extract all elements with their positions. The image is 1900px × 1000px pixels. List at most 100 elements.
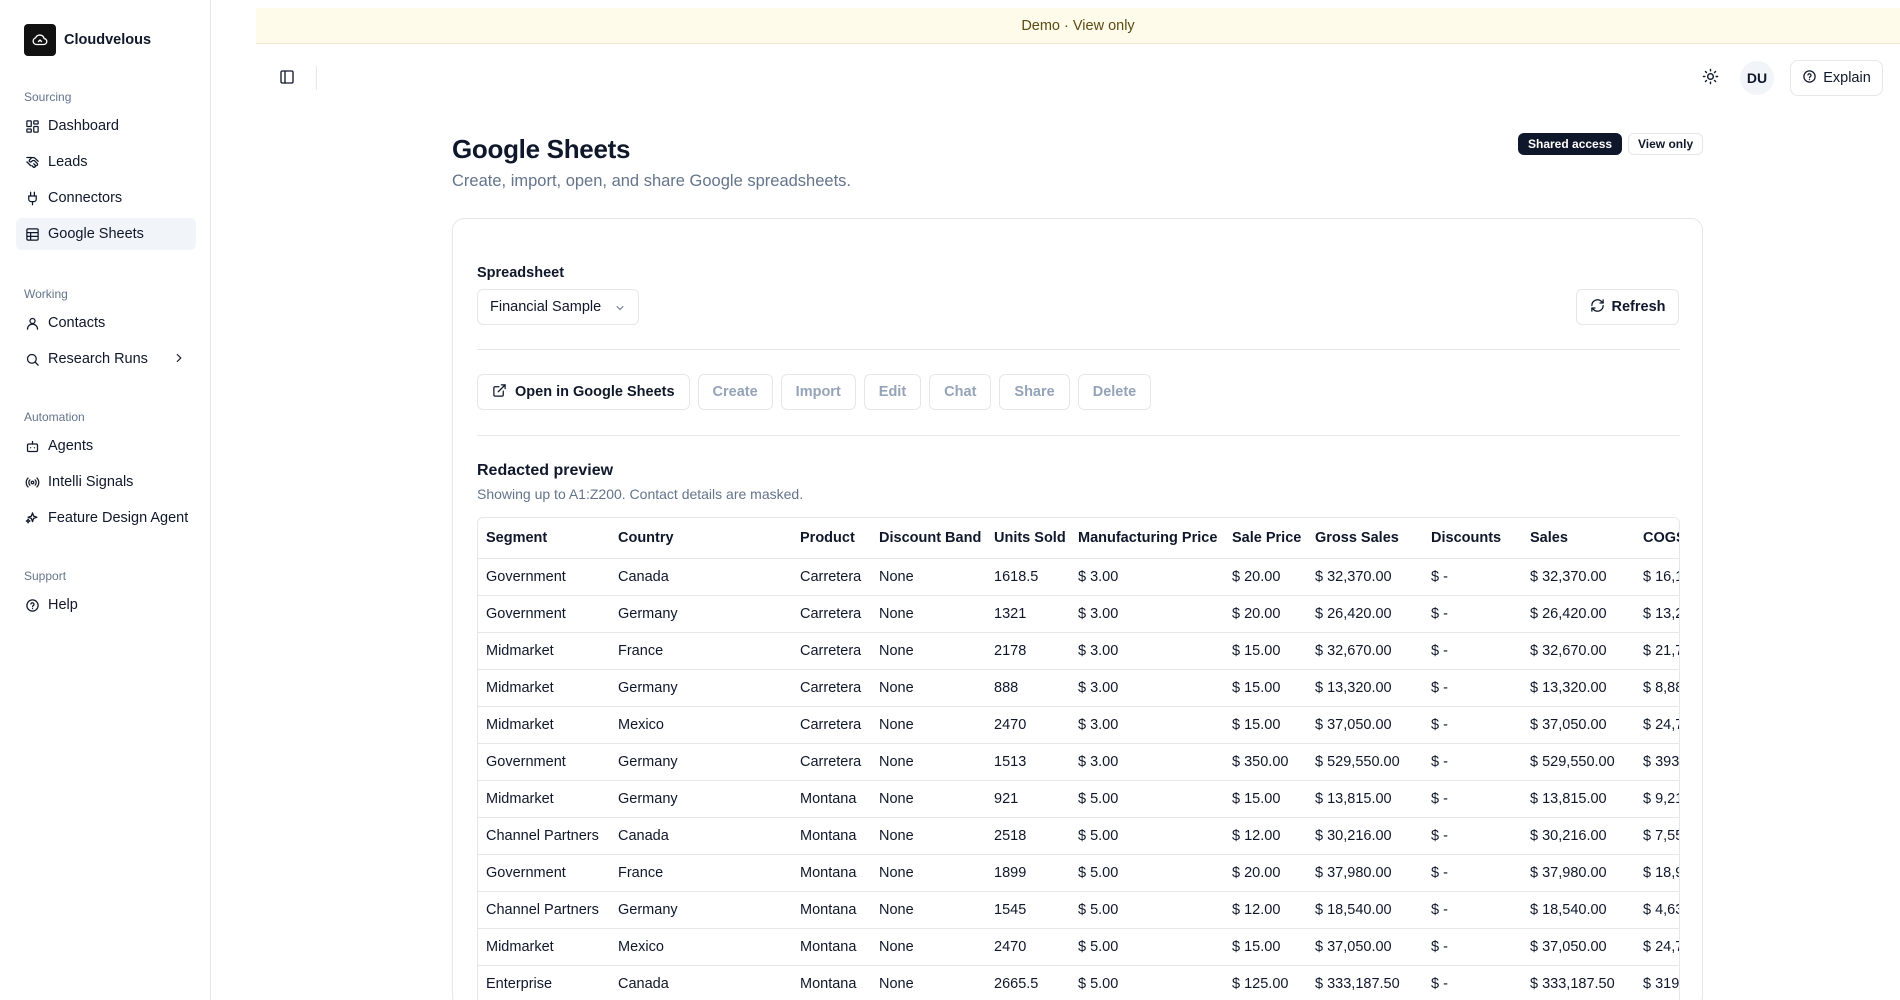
- table-cell: $ 529,550.00: [1307, 743, 1423, 781]
- brand-name: Cloudvelous: [64, 32, 152, 48]
- sidebar-item-intelli-signals[interactable]: Intelli Signals: [16, 466, 196, 498]
- table-cell: $ 32,670.00: [1307, 632, 1423, 670]
- nav-section-working: Working Contacts Research Runs: [16, 285, 196, 375]
- table-cell: Germany: [610, 780, 792, 818]
- bot-icon: [24, 438, 40, 454]
- theme-toggle-button[interactable]: [1696, 64, 1724, 92]
- sidebar-item-leads[interactable]: Leads: [16, 146, 196, 178]
- handshake-icon: [24, 154, 40, 170]
- table-cell: $ 5.00: [1070, 891, 1224, 929]
- chat-button[interactable]: Chat: [929, 374, 992, 410]
- table-cell: 1513: [986, 743, 1070, 781]
- create-button[interactable]: Create: [697, 374, 773, 410]
- table-cell: $ -: [1423, 632, 1522, 670]
- table-cell: Government: [478, 595, 610, 633]
- sidebar-toggle-button[interactable]: [273, 64, 301, 92]
- table-cell: $ 12.00: [1224, 817, 1307, 855]
- table-cell: $ 18,9: [1635, 854, 1679, 892]
- table-cell: $ 15.00: [1224, 780, 1307, 818]
- divider: [477, 435, 1680, 436]
- external-link-icon: [492, 383, 507, 402]
- spreadsheet-select[interactable]: Financial Sample: [477, 289, 639, 325]
- table-cell: Carretera: [792, 743, 871, 781]
- explain-button[interactable]: Explain: [1790, 60, 1883, 96]
- table-cell: Carretera: [792, 595, 871, 633]
- table-cell: Canada: [610, 965, 792, 1000]
- cloud-logo-icon: [24, 24, 56, 56]
- table-cell: $ 5.00: [1070, 817, 1224, 855]
- sidebar-item-help[interactable]: Help: [16, 589, 196, 621]
- table-cell: Montana: [792, 891, 871, 929]
- table-cell: Montana: [792, 965, 871, 1000]
- table-cell: $ 26,420.00: [1307, 595, 1423, 633]
- import-button[interactable]: Import: [780, 374, 856, 410]
- delete-button[interactable]: Delete: [1077, 374, 1152, 410]
- table-cell: $ 3.00: [1070, 743, 1224, 781]
- open-label: Open in Google Sheets: [515, 384, 675, 400]
- brand[interactable]: Cloudvelous: [24, 24, 151, 56]
- preview-table-container[interactable]: Segment Country Product Discount Band Units …: [477, 517, 1680, 1000]
- sidebar-item-agents[interactable]: Agents: [16, 430, 196, 462]
- table-cell: $ 15.00: [1224, 669, 1307, 707]
- sidebar-item-dashboard[interactable]: Dashboard: [16, 110, 196, 142]
- table-cell: $ 529,550.00: [1522, 743, 1635, 781]
- refresh-label: Refresh: [1611, 299, 1666, 315]
- table-cell: Canada: [610, 558, 792, 596]
- table-cell: $ 30,216.00: [1307, 817, 1423, 855]
- table-cell: None: [871, 632, 986, 670]
- table-cell: $ 15.00: [1224, 706, 1307, 744]
- table-cell: $ 8,88: [1635, 669, 1679, 707]
- chevron-down-icon: [614, 302, 626, 318]
- spreadsheet-label: Spreadsheet: [477, 265, 565, 281]
- table-cell: $ 4,63: [1635, 891, 1679, 929]
- sidebar-item-contacts[interactable]: Contacts: [16, 307, 196, 339]
- table-cell: 2518: [986, 817, 1070, 855]
- sidebar-item-connectors[interactable]: Connectors: [16, 182, 196, 214]
- table-cell: $ 9,21: [1635, 780, 1679, 818]
- explain-label: Explain: [1823, 70, 1871, 86]
- table-cell: $ 37,050.00: [1522, 706, 1635, 744]
- sparkles-icon: [24, 510, 40, 526]
- sidebar: Cloudvelous Sourcing Dashboard Leads Con…: [0, 0, 211, 1000]
- column-header: Units Sold: [986, 518, 1070, 559]
- sidebar-item-feature-design-agent[interactable]: Feature Design Agent: [16, 502, 196, 534]
- table-cell: 1899: [986, 854, 1070, 892]
- preview-title: Redacted preview: [477, 462, 614, 479]
- chevron-right-icon[interactable]: [172, 351, 186, 369]
- table-row: Midmarket France Carretera None 2178 $ 3.00 $ …: [478, 632, 1679, 670]
- sidebar-item-label: Leads: [48, 154, 88, 170]
- table-cell: None: [871, 817, 986, 855]
- table-cell: $ 15.00: [1224, 928, 1307, 966]
- table-cell: Germany: [610, 743, 792, 781]
- table-cell: $ 37,050.00: [1307, 928, 1423, 966]
- sidebar-item-label: Contacts: [48, 315, 106, 331]
- refresh-button[interactable]: Refresh: [1576, 289, 1679, 325]
- sidebar-item-label: Intelli Signals: [48, 474, 134, 490]
- table-cell: $ 13,815.00: [1522, 780, 1635, 818]
- open-in-google-sheets-button[interactable]: Open in Google Sheets: [477, 374, 690, 410]
- sidebar-item-google-sheets[interactable]: Google Sheets: [16, 218, 196, 250]
- table-cell: $ -: [1423, 928, 1522, 966]
- table-cell: $ 5.00: [1070, 928, 1224, 966]
- table-cell: None: [871, 928, 986, 966]
- share-button[interactable]: Share: [999, 374, 1070, 410]
- edit-button[interactable]: Edit: [863, 374, 922, 410]
- panel-left-icon: [279, 69, 295, 88]
- table-cell: $ 26,420.00: [1522, 595, 1635, 633]
- sidebar-item-label: Google Sheets: [48, 226, 144, 242]
- plug-icon: [24, 190, 40, 206]
- column-header: Manufacturing Price: [1070, 518, 1224, 559]
- table-cell: $ 3.00: [1070, 706, 1224, 744]
- action-bar: Open in Google Sheets Create Import Edit…: [477, 374, 1152, 410]
- table-cell: $ 333,187.50: [1522, 965, 1635, 1000]
- table-row: Government Germany Carretera None 1321 $ 3.00…: [478, 595, 1679, 633]
- avatar[interactable]: DU: [1740, 61, 1774, 95]
- table-cell: $ 37,050.00: [1522, 928, 1635, 966]
- table-cell: Midmarket: [478, 632, 610, 670]
- sidebar-item-research-runs[interactable]: Research Runs: [16, 343, 196, 375]
- table-cell: None: [871, 780, 986, 818]
- table-cell: Government: [478, 743, 610, 781]
- table-cell: $ -: [1423, 706, 1522, 744]
- table-cell: $ -: [1423, 743, 1522, 781]
- table-cell: None: [871, 743, 986, 781]
